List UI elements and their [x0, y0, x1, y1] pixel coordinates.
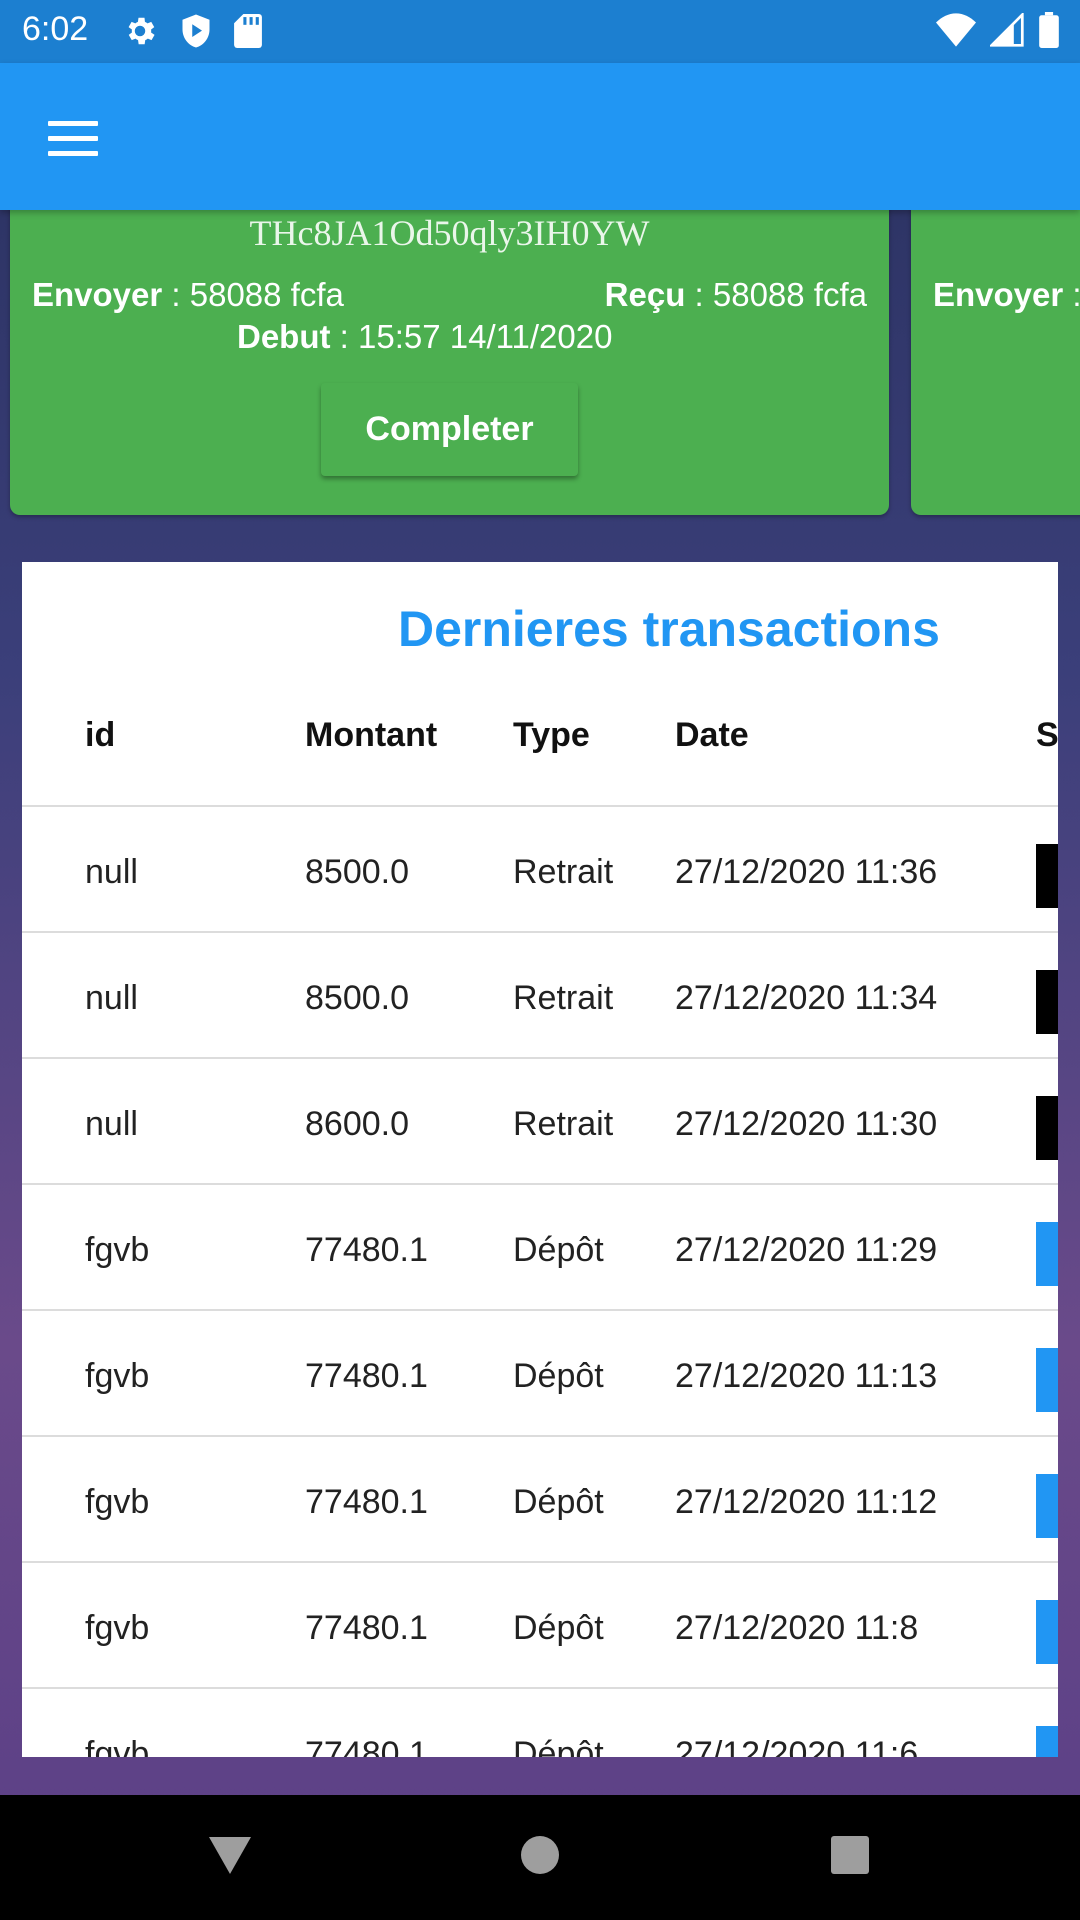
status-indicator — [1036, 970, 1058, 1034]
table-row[interactable]: null 8500.0 Retrait 27/12/2020 11:34 — [22, 933, 1058, 1059]
cell-amount: 8600.0 — [305, 1105, 409, 1143]
cell-date: 27/12/2020 11:36 — [675, 853, 938, 891]
shield-play-icon — [182, 14, 210, 48]
cell-id: null — [85, 979, 138, 1017]
column-header-status: S — [1036, 716, 1058, 754]
cell-id: fgvb — [85, 1231, 150, 1269]
received-label: Reçu — [604, 276, 686, 313]
column-header-amount: Montant — [305, 716, 438, 754]
wifi-icon — [936, 13, 976, 47]
status-indicator — [1036, 1096, 1058, 1160]
hamburger-menu-icon[interactable] — [48, 121, 98, 157]
column-header-date: Date — [675, 716, 749, 754]
cell-date: 27/12/2020 11:29 — [675, 1231, 938, 1269]
column-header-type: Type — [513, 716, 590, 754]
battery-icon — [1039, 12, 1059, 48]
transfer-card-next[interactable]: Envoyer : — [911, 190, 1080, 515]
status-indicator — [1036, 1600, 1058, 1664]
start-value: : 15:57 14/11/2020 — [330, 318, 613, 355]
table-row[interactable]: fgvb 77480.1 Dépôt 27/12/2020 11:29 — [22, 1185, 1058, 1311]
cell-amount: 77480.1 — [305, 1735, 428, 1757]
cell-date: 27/12/2020 11:30 — [675, 1105, 938, 1143]
cell-amount: 8500.0 — [305, 853, 409, 891]
received-amount: Reçu : 58088 fcfa — [605, 276, 867, 314]
cell-date: 27/12/2020 11:13 — [675, 1357, 938, 1395]
cell-id: fgvb — [85, 1609, 150, 1647]
cell-type: Retrait — [513, 979, 614, 1017]
next-sent-label: Envoyer — [933, 276, 1064, 313]
cell-id: fgvb — [85, 1483, 150, 1521]
app-bar — [0, 63, 1080, 210]
table-row[interactable]: null 8500.0 Retrait 27/12/2020 11:36 — [22, 807, 1058, 933]
sent-value: : 58088 fcfa — [162, 276, 344, 313]
next-sent-value: : — [1063, 276, 1080, 313]
next-sent-amount: Envoyer : — [933, 276, 1080, 314]
cell-id: fgvb — [85, 1735, 150, 1757]
received-value: : 58088 fcfa — [685, 276, 867, 313]
cell-date: 27/12/2020 11:34 — [675, 979, 938, 1017]
transactions-title: Dernieres transactions — [398, 601, 940, 657]
back-triangle-icon[interactable] — [205, 1830, 255, 1880]
start-label: Debut — [237, 318, 331, 355]
sent-label: Envoyer — [32, 276, 163, 313]
transfer-code: THc8JA1Od50qly3IH0YW — [249, 213, 650, 253]
sent-amount: Envoyer : 58088 fcfa — [32, 276, 344, 314]
sd-card-icon — [234, 14, 262, 48]
status-indicator — [1036, 1726, 1058, 1757]
status-bar: 6:02 — [0, 0, 1080, 63]
cell-type: Dépôt — [513, 1231, 604, 1269]
cell-amount: 8500.0 — [305, 979, 409, 1017]
cell-amount: 77480.1 — [305, 1483, 428, 1521]
cell-id: null — [85, 853, 138, 891]
cell-id: fgvb — [85, 1357, 150, 1395]
status-indicator — [1036, 844, 1058, 908]
cell-type: Dépôt — [513, 1357, 604, 1395]
transfer-card: THc8JA1Od50qly3IH0YW Envoyer : 58088 fcf… — [10, 190, 889, 515]
cell-type: Retrait — [513, 853, 614, 891]
cell-amount: 77480.1 — [305, 1231, 428, 1269]
status-indicator — [1036, 1222, 1058, 1286]
cell-amount: 77480.1 — [305, 1357, 428, 1395]
cell-date: 27/12/2020 11:8 — [675, 1609, 919, 1647]
status-indicator — [1036, 1348, 1058, 1412]
cell-amount: 77480.1 — [305, 1609, 428, 1647]
table-row[interactable]: fgvb 77480.1 Dépôt 27/12/2020 11:8 — [22, 1563, 1058, 1689]
table-row[interactable]: fgvb 77480.1 Dépôt 27/12/2020 11:12 — [22, 1437, 1058, 1563]
column-header-id: id — [85, 716, 116, 754]
cell-id: null — [85, 1105, 138, 1143]
recents-square-icon[interactable] — [825, 1830, 875, 1880]
cell-type: Dépôt — [513, 1483, 604, 1521]
status-time: 6:02 — [22, 10, 89, 48]
cell-date: 27/12/2020 11:6 — [675, 1735, 919, 1757]
signal-icon — [990, 13, 1024, 47]
table-row[interactable]: fgvb 77480.1 Dépôt 27/12/2020 11:6 — [22, 1689, 1058, 1757]
home-circle-icon[interactable] — [515, 1830, 565, 1880]
navigation-bar — [0, 1795, 1080, 1920]
cell-date: 27/12/2020 11:12 — [675, 1483, 938, 1521]
cell-type: Dépôt — [513, 1609, 604, 1647]
status-indicator — [1036, 1474, 1058, 1538]
cell-type: Retrait — [513, 1105, 614, 1143]
gear-icon — [128, 17, 155, 45]
table-row[interactable]: null 8600.0 Retrait 27/12/2020 11:30 — [22, 1059, 1058, 1185]
transactions-panel: Dernieres transactions id Montant Type D… — [22, 562, 1058, 1757]
start-time: Debut : 15:57 14/11/2020 — [237, 318, 612, 356]
complete-button[interactable]: Completer — [321, 383, 578, 476]
cell-type: Dépôt — [513, 1735, 604, 1757]
table-row[interactable]: fgvb 77480.1 Dépôt 27/12/2020 11:13 — [22, 1311, 1058, 1437]
